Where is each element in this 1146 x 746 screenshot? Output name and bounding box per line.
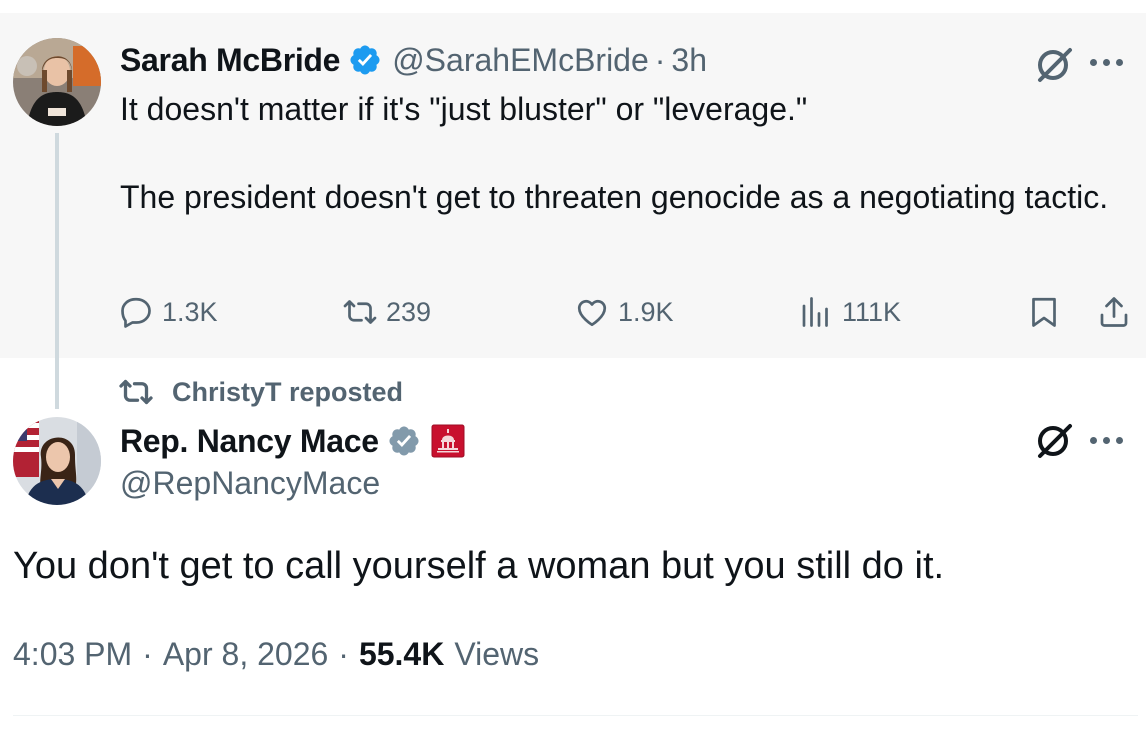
tweet-actions-bar: 1.3K 239 1.9K 111K (118, 290, 1138, 334)
quoted-tweet-header: Sarah McBride @SarahEMcBride · 3h (120, 40, 707, 80)
reply-count: 1.3K (162, 296, 218, 327)
separator-dot: · (338, 635, 349, 672)
main-tweet-text: You don't get to call yourself a woman b… (13, 545, 945, 587)
bookmark-icon (1032, 297, 1056, 327)
separator-dot: · (654, 41, 666, 78)
repost-context[interactable]: ChristyT reposted (118, 372, 403, 412)
share-icon (1100, 297, 1128, 327)
government-verified-badge-icon[interactable] (387, 424, 421, 458)
author-name[interactable]: Rep. Nancy Mace (120, 423, 379, 460)
views-button[interactable]: 111K (798, 290, 901, 334)
like-count: 1.9K (618, 296, 674, 327)
reply-button[interactable]: 1.3K (118, 290, 218, 334)
reply-icon (121, 297, 151, 328)
thread-connector-line (55, 133, 59, 409)
tweet-time[interactable]: 4:03 PM (13, 636, 132, 673)
author-handle[interactable]: @RepNancyMace (120, 465, 380, 502)
main-tweet-header: Rep. Nancy Mace (120, 420, 465, 462)
bookmark-button[interactable] (1026, 290, 1070, 334)
share-button[interactable] (1096, 290, 1140, 334)
repost-count: 239 (386, 296, 432, 327)
repost-context-text: ChristyT reposted (172, 376, 404, 407)
avatar-nancy-mace[interactable] (13, 417, 101, 505)
more-icon[interactable] (1090, 430, 1134, 450)
separator-dot: · (142, 635, 153, 672)
tweet-metadata: 4:03 PM · Apr 8, 2026 · 55.4K Views (13, 632, 539, 676)
like-icon (577, 299, 607, 327)
grok-icon[interactable] (1032, 418, 1076, 462)
views-icon (802, 297, 828, 327)
repost-icon (343, 300, 377, 324)
author-handle[interactable]: @SarahEMcBride (392, 42, 649, 79)
repost-button[interactable]: 239 (342, 290, 431, 334)
repost-icon (119, 379, 153, 405)
avatar-sarah-mcbride[interactable] (13, 38, 101, 126)
views-count[interactable]: 55.4K (359, 636, 444, 673)
views-label: Views (454, 635, 540, 672)
views-count: 111K (842, 296, 902, 327)
tweet-time[interactable]: 3h (671, 42, 707, 79)
quoted-tweet-text: It doesn't matter if it's "just bluster"… (120, 91, 1109, 215)
grok-icon[interactable] (1032, 42, 1076, 86)
verified-badge-icon[interactable] (348, 43, 382, 77)
more-icon[interactable] (1090, 52, 1134, 72)
like-button[interactable]: 1.9K (574, 290, 674, 334)
tweet-date[interactable]: Apr 8, 2026 (163, 636, 328, 673)
us-capitol-affiliate-icon[interactable] (431, 424, 465, 458)
divider (13, 715, 1138, 716)
author-name[interactable]: Sarah McBride (120, 42, 340, 79)
